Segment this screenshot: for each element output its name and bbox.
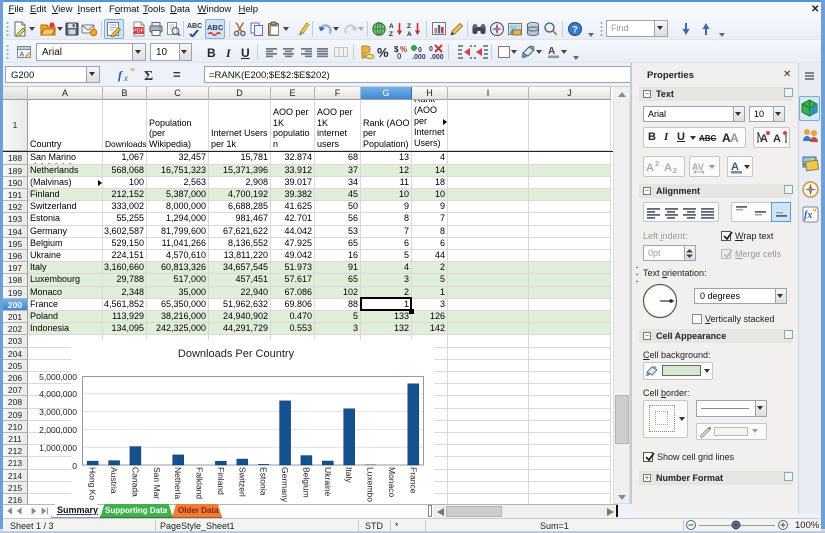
svg-text:f: f [118, 68, 123, 82]
svg-text:A: A [389, 23, 394, 30]
svg-text:A: A [664, 162, 672, 174]
svg-text:x: x [123, 73, 128, 83]
svg-text:ABC: ABC [207, 23, 223, 32]
svg-text:fx: fx [804, 210, 812, 221]
svg-text:A: A [20, 52, 25, 59]
svg-text:0: 0 [429, 46, 433, 53]
svg-text:A: A [548, 46, 555, 57]
svg-text:Z: Z [407, 23, 411, 30]
svg-text:=: = [173, 67, 181, 82]
svg-text:A: A [407, 31, 412, 37]
svg-text:0: 0 [418, 47, 422, 54]
svg-text:?: ? [572, 25, 578, 35]
svg-text:A: A [760, 133, 768, 145]
svg-text:A: A [773, 133, 781, 145]
svg-text:PDF: PDF [133, 29, 145, 35]
svg-text:2: 2 [655, 161, 659, 168]
svg-text:2: 2 [673, 168, 677, 175]
svg-text:.000: .000 [412, 54, 426, 60]
svg-text:.000: .000 [430, 54, 444, 60]
svg-text:A: A [646, 162, 654, 174]
svg-text:%: % [377, 45, 389, 60]
svg-text:0: 0 [397, 52, 402, 60]
svg-text:ABC: ABC [187, 23, 202, 30]
svg-text:Z: Z [389, 31, 393, 37]
svg-text:A: A [730, 131, 739, 145]
svg-text:Σ: Σ [144, 69, 153, 83]
